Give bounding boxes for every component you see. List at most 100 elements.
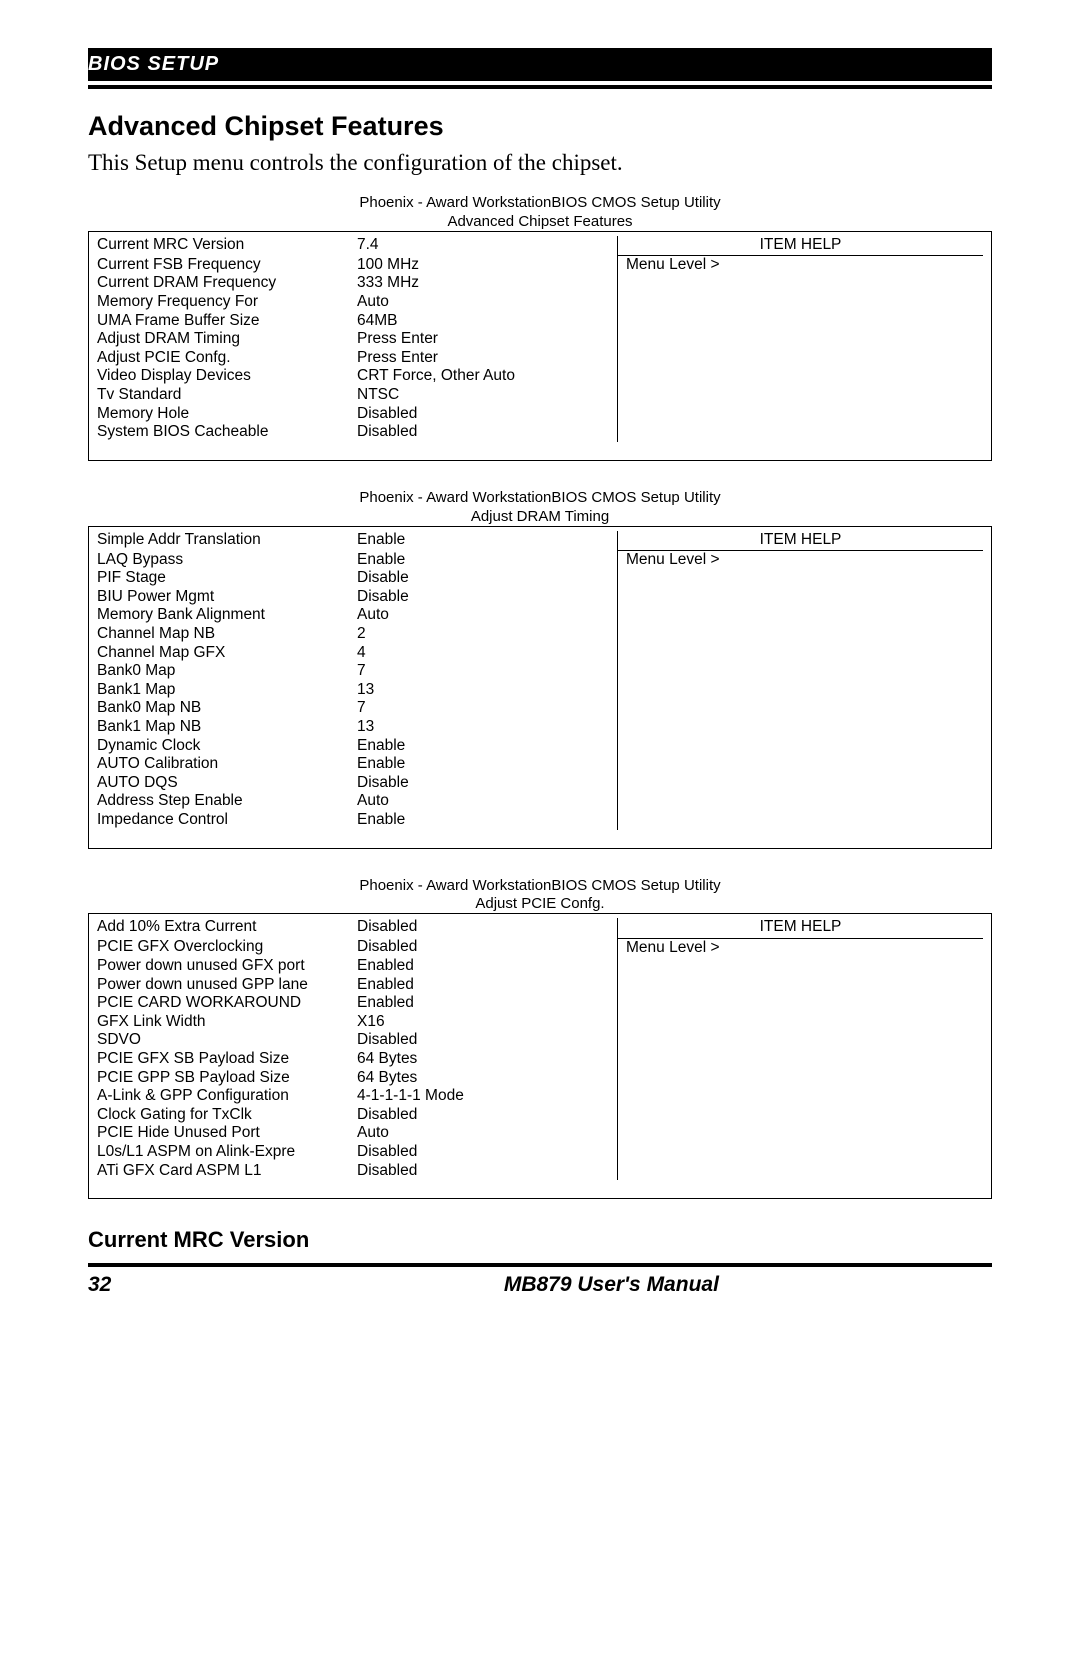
setting-value: 13	[357, 681, 618, 700]
section-desc: This Setup menu controls the configurati…	[88, 150, 992, 176]
setting-label: GFX Link Width	[97, 1013, 357, 1032]
item-help-body: Menu Level >	[618, 256, 984, 442]
bios-caption: Phoenix - Award WorkstationBIOS CMOS Set…	[88, 877, 992, 896]
setting-value: Auto	[357, 606, 618, 625]
setting-label: Current MRC Version	[97, 236, 357, 256]
setting-label: LAQ Bypass	[97, 551, 357, 570]
setting-value: Enabled	[357, 976, 618, 995]
bios-subcaption: Adjust DRAM Timing	[88, 508, 992, 525]
setting-label: L0s/L1 ASPM on Alink-Expre	[97, 1143, 357, 1162]
setting-value: 64MB	[357, 312, 618, 331]
section-title: Advanced Chipset Features	[88, 111, 992, 142]
setting-label: Power down unused GPP lane	[97, 976, 357, 995]
item-help-header: ITEM HELP	[618, 236, 984, 256]
setting-value: 333 MHz	[357, 274, 618, 293]
setting-label: Simple Addr Translation	[97, 531, 357, 551]
header-bar: BIOS SETUP	[88, 48, 992, 81]
setting-label: PCIE CARD WORKAROUND	[97, 994, 357, 1013]
setting-label: Memory Hole	[97, 405, 357, 424]
setting-value: Auto	[357, 1124, 618, 1143]
setting-label: Adjust DRAM Timing	[97, 330, 357, 349]
setting-value: Disabled	[357, 1031, 618, 1050]
setting-value: Press Enter	[357, 330, 618, 349]
setting-value: CRT Force, Other Auto	[357, 367, 618, 386]
setting-value: Disabled	[357, 423, 618, 442]
bios-subcaption: Adjust PCIE Confg.	[88, 895, 992, 912]
setting-label: Bank0 Map	[97, 662, 357, 681]
header-rule	[88, 85, 992, 89]
setting-label: Dynamic Clock	[97, 737, 357, 756]
setting-value: 4	[357, 644, 618, 663]
setting-label: Bank0 Map NB	[97, 699, 357, 718]
bios-table-wrap: Simple Addr TranslationEnableITEM HELPLA…	[88, 526, 992, 849]
item-help-body: Menu Level >	[618, 938, 984, 1180]
setting-value: Enable	[357, 737, 618, 756]
setting-value: Enable	[357, 755, 618, 774]
setting-value: Disabled	[357, 1106, 618, 1125]
setting-label: PIF Stage	[97, 569, 357, 588]
setting-label: SDVO	[97, 1031, 357, 1050]
setting-label: PCIE GFX SB Payload Size	[97, 1050, 357, 1069]
setting-label: Current FSB Frequency	[97, 256, 357, 275]
setting-value: 7	[357, 699, 618, 718]
setting-label: AUTO Calibration	[97, 755, 357, 774]
footer-subtitle: Current MRC Version	[88, 1227, 992, 1253]
setting-label: Power down unused GFX port	[97, 957, 357, 976]
bios-block: Phoenix - Award WorkstationBIOS CMOS Set…	[88, 877, 992, 1200]
setting-value: Enabled	[357, 994, 618, 1013]
setting-label: Adjust PCIE Confg.	[97, 349, 357, 368]
setting-label: PCIE GPP SB Payload Size	[97, 1069, 357, 1088]
setting-value: Disabled	[357, 918, 618, 938]
table-row: LAQ BypassEnableMenu Level >	[97, 551, 983, 570]
setting-label: BIU Power Mgmt	[97, 588, 357, 607]
setting-label: System BIOS Cacheable	[97, 423, 357, 442]
setting-value: Auto	[357, 293, 618, 312]
bios-table: Current MRC Version7.4ITEM HELPCurrent F…	[97, 236, 983, 442]
bios-caption: Phoenix - Award WorkstationBIOS CMOS Set…	[88, 194, 992, 213]
footer-page-number: 32	[88, 1273, 504, 1297]
bios-blocks: Phoenix - Award WorkstationBIOS CMOS Set…	[88, 194, 992, 1199]
setting-label: Current DRAM Frequency	[97, 274, 357, 293]
setting-value: Enable	[357, 811, 618, 830]
setting-value: Enable	[357, 551, 618, 570]
setting-value: Press Enter	[357, 349, 618, 368]
item-help-header: ITEM HELP	[618, 531, 984, 551]
setting-value: Enable	[357, 531, 618, 551]
setting-label: Bank1 Map	[97, 681, 357, 700]
table-row: PCIE GFX OverclockingDisabledMenu Level …	[97, 938, 983, 957]
setting-value: 64 Bytes	[357, 1050, 618, 1069]
setting-label: Channel Map NB	[97, 625, 357, 644]
table-row: Add 10% Extra CurrentDisabledITEM HELP	[97, 918, 983, 938]
setting-value: Disabled	[357, 1143, 618, 1162]
bios-subcaption: Advanced Chipset Features	[88, 213, 992, 230]
bios-block: Phoenix - Award WorkstationBIOS CMOS Set…	[88, 194, 992, 461]
setting-label: AUTO DQS	[97, 774, 357, 793]
setting-label: A-Link & GPP Configuration	[97, 1087, 357, 1106]
table-row: Current FSB Frequency100 MHzMenu Level >	[97, 256, 983, 275]
setting-label: Memory Frequency For	[97, 293, 357, 312]
bios-table-wrap: Add 10% Extra CurrentDisabledITEM HELPPC…	[88, 913, 992, 1199]
setting-label: Memory Bank Alignment	[97, 606, 357, 625]
table-row: Current MRC Version7.4ITEM HELP	[97, 236, 983, 256]
setting-value: 13	[357, 718, 618, 737]
setting-label: Tv Standard	[97, 386, 357, 405]
setting-value: 7	[357, 662, 618, 681]
setting-label: Impedance Control	[97, 811, 357, 830]
bios-block: Phoenix - Award WorkstationBIOS CMOS Set…	[88, 489, 992, 849]
setting-value: X16	[357, 1013, 618, 1032]
setting-label: PCIE GFX Overclocking	[97, 938, 357, 957]
footer-manual: MB879 User's Manual	[504, 1273, 992, 1297]
setting-value: NTSC	[357, 386, 618, 405]
page: BIOS SETUP Advanced Chipset Features Thi…	[0, 0, 1080, 1669]
setting-value: Disable	[357, 774, 618, 793]
item-help-header: ITEM HELP	[618, 918, 984, 938]
setting-value: 100 MHz	[357, 256, 618, 275]
setting-label: Clock Gating for TxClk	[97, 1106, 357, 1125]
setting-value: 2	[357, 625, 618, 644]
table-row: Simple Addr TranslationEnableITEM HELP	[97, 531, 983, 551]
footer-rule	[88, 1263, 992, 1267]
footer-row: 32 MB879 User's Manual	[88, 1273, 992, 1297]
setting-value: Disabled	[357, 938, 618, 957]
item-help-body: Menu Level >	[618, 551, 984, 830]
setting-value: Disabled	[357, 1162, 618, 1181]
